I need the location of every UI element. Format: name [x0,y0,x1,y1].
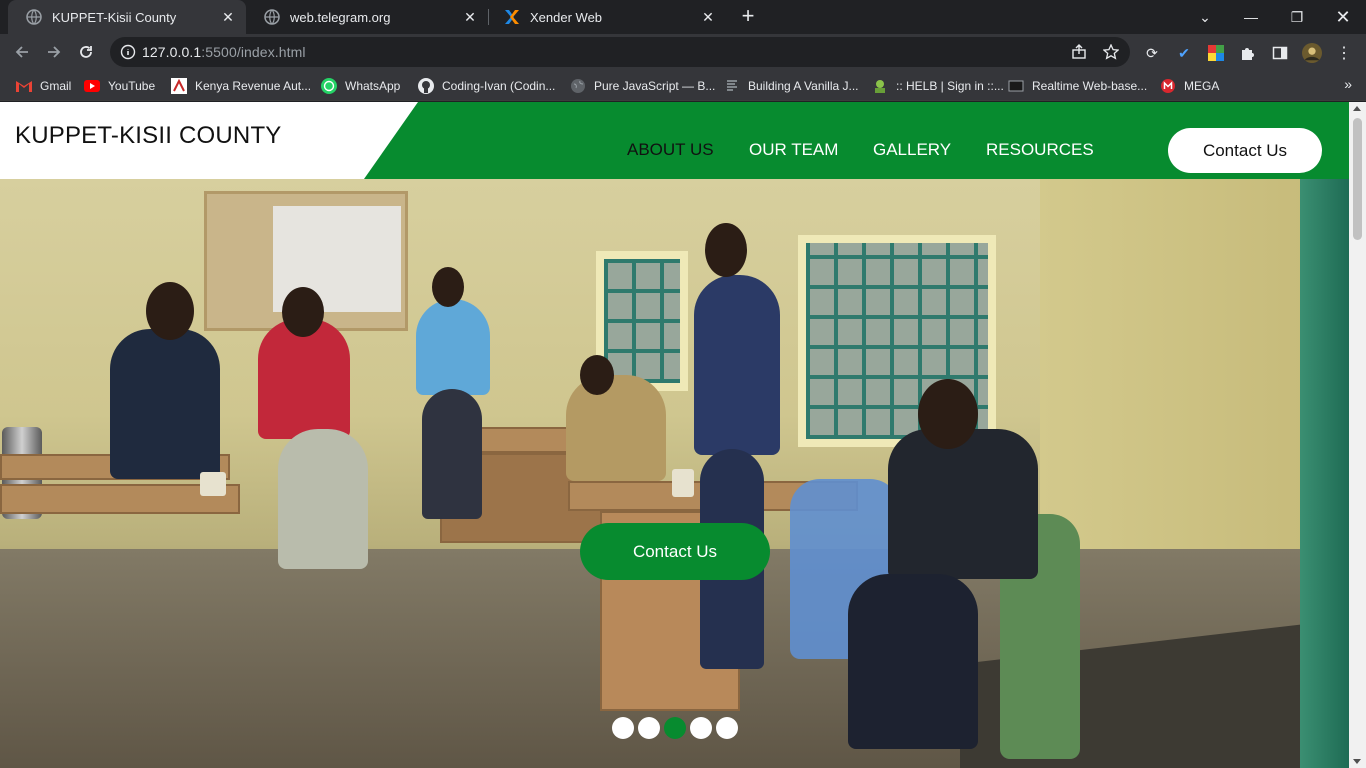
tab-title: KUPPET-Kisii County [52,9,177,25]
github-icon [418,78,434,94]
minimize-button[interactable]: — [1228,0,1274,34]
site-header: KUPPET-KISII COUNTY ABOUT US OUR TEAM GA… [0,102,1349,179]
close-tab-icon[interactable]: ✕ [700,9,716,26]
extension-sync-icon[interactable]: ⟳ [1142,43,1162,63]
bookmark-label: :: HELB | Sign in ::... [896,79,1004,93]
extension-check-icon[interactable]: ✔ [1174,43,1194,63]
tab-title: web.telegram.org [290,9,391,25]
chevron-double-right-icon[interactable]: » [1344,76,1352,92]
tab-search-icon[interactable]: ⌄ [1182,0,1228,34]
browser-toolbar: 127.0.0.1:5500/index.html ⟳ ✔ ⋮ [0,34,1366,70]
bookmark-label: YouTube [108,79,156,93]
bookmark-vanilla-js[interactable]: Building A Vanilla J... [724,76,859,96]
forward-button[interactable] [42,40,66,64]
restore-button[interactable]: ❐ [1274,0,1320,34]
page-icon [1008,78,1024,94]
bookmark-helb[interactable]: :: HELB | Sign in ::... [872,76,1004,96]
url-path: :5500/index.html [201,44,306,60]
slider-dot-3[interactable] [664,717,686,739]
reload-icon [80,46,92,58]
menu-kebab-icon[interactable]: ⋮ [1334,43,1354,63]
address-bar[interactable]: 127.0.0.1:5500/index.html [110,37,1130,67]
back-button[interactable] [10,40,34,64]
bookmark-star-icon[interactable] [1102,43,1120,61]
reload-button[interactable] [74,40,98,64]
nav-resources[interactable]: RESOURCES [986,140,1094,160]
nav-our-team[interactable]: OUR TEAM [749,140,838,160]
xender-icon [504,9,520,25]
kra-icon [171,78,187,94]
bookmark-realtime[interactable]: Realtime Web-base... [1008,76,1147,96]
hero-slider: Contact Us [0,179,1349,768]
bookmark-mega[interactable]: MEGA [1160,76,1219,96]
tab-xender[interactable]: Xender Web ✕ [486,0,726,34]
tab-title: Xender Web [530,9,603,25]
scroll-down-arrow-icon[interactable] [1353,759,1361,764]
tab-strip: KUPPET-Kisii County ✕ web.telegram.org ✕… [0,0,1366,34]
bookmark-github[interactable]: Coding-Ivan (Codin... [418,76,555,96]
youtube-icon [84,78,100,94]
close-tab-icon[interactable]: ✕ [462,9,478,26]
slider-dot-2[interactable] [638,717,660,739]
bookmark-label: MEGA [1184,79,1220,93]
whatsapp-icon [321,78,337,94]
helb-icon [872,78,888,94]
hero-contact-button[interactable]: Contact Us [580,523,770,580]
site-brand[interactable]: KUPPET-KISII COUNTY [15,122,282,150]
slider-dot-5[interactable] [716,717,738,739]
new-tab-button[interactable]: + [737,5,759,29]
extension-colorpicker-icon[interactable] [1206,43,1226,63]
bookmarks-bar: Gmail YouTube Kenya Revenue Aut... Whats… [0,70,1366,101]
mega-icon [1160,78,1176,94]
bookmark-label: WhatsApp [345,79,401,93]
nav-about-us[interactable]: ABOUT US [627,140,714,160]
page-scrollbar[interactable] [1349,102,1366,768]
bookmark-label: Building A Vanilla J... [748,79,859,93]
bookmark-youtube[interactable]: YouTube [84,76,155,96]
bookmark-gmail[interactable]: Gmail [16,76,71,96]
hero-photo [0,179,1349,768]
share-icon[interactable] [1070,43,1088,61]
puzzle-icon[interactable] [1238,43,1258,63]
bookmark-label: Gmail [40,79,72,93]
bookmark-label: Pure JavaScript — B... [594,79,716,93]
globe-icon [264,9,280,25]
bookmark-whatsapp[interactable]: WhatsApp [321,76,400,96]
bookmark-kra[interactable]: Kenya Revenue Aut... [171,76,311,96]
globe-icon [570,78,586,94]
globe-icon [26,9,42,25]
bookmark-label: Realtime Web-base... [1032,79,1148,93]
gmail-icon [16,78,32,94]
side-panel-icon[interactable] [1270,43,1290,63]
arrow-right-icon [48,46,61,58]
tab-telegram[interactable]: web.telegram.org ✕ [246,0,488,34]
slider-dot-4[interactable] [690,717,712,739]
page-viewport: KUPPET-KISII COUNTY ABOUT US OUR TEAM GA… [0,102,1349,768]
site-info-icon[interactable] [120,44,136,60]
site-icon [724,78,740,94]
close-window-button[interactable]: ✕ [1320,0,1366,34]
slider-dot-1[interactable] [612,717,634,739]
bookmark-label: Kenya Revenue Aut... [195,79,312,93]
scroll-up-arrow-icon[interactable] [1353,106,1361,111]
tab-kuppet[interactable]: KUPPET-Kisii County ✕ [8,0,246,34]
url-host: 127.0.0.1 [142,44,202,60]
header-contact-button[interactable]: Contact Us [1168,128,1322,173]
close-tab-icon[interactable]: ✕ [220,9,236,26]
nav-gallery[interactable]: GALLERY [873,140,951,160]
arrow-left-icon [15,46,28,58]
bookmark-label: Coding-Ivan (Codin... [442,79,556,93]
slider-dots [612,717,738,739]
bookmark-pure-javascript[interactable]: Pure JavaScript — B... [570,76,715,96]
scrollbar-thumb[interactable] [1353,118,1362,240]
avatar[interactable] [1302,43,1322,63]
url-text: 127.0.0.1:5500/index.html [142,44,306,60]
